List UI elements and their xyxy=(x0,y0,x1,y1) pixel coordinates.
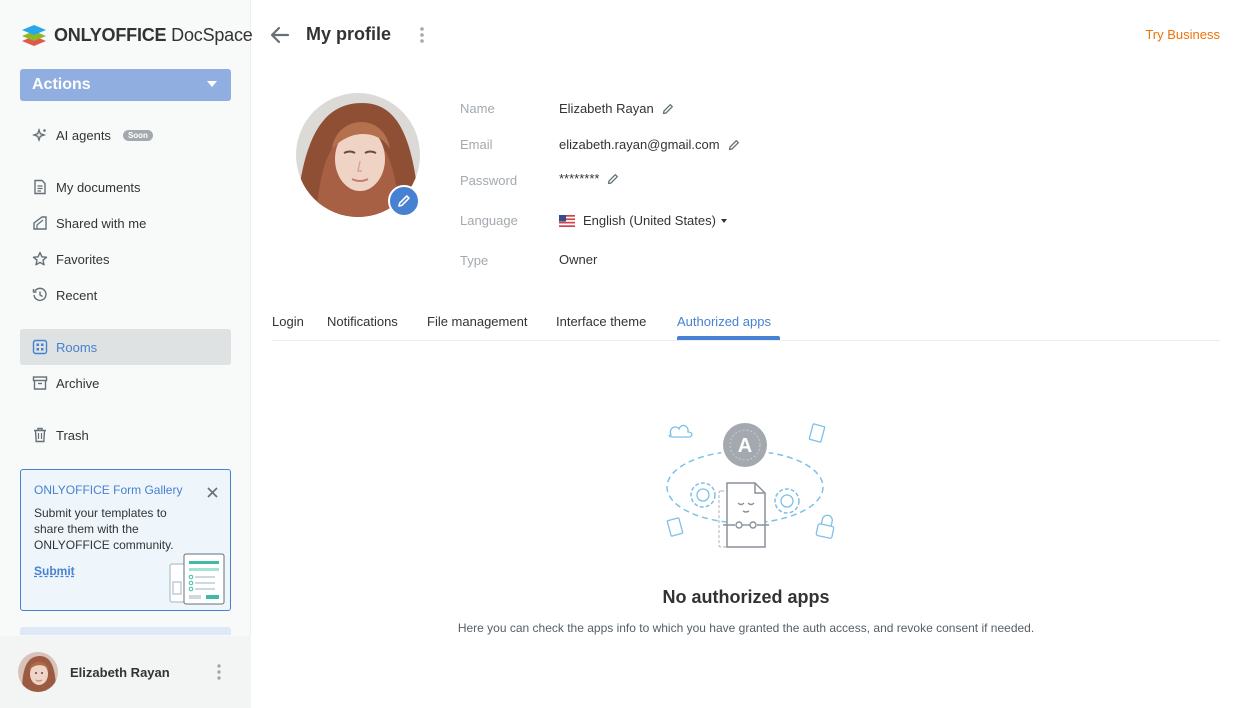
more-options-icon[interactable] xyxy=(217,664,221,683)
empty-state-title: No authorized apps xyxy=(662,587,830,607)
tab-login[interactable]: Login xyxy=(272,314,304,329)
sidebar-item-archive[interactable]: Archive xyxy=(20,365,231,401)
back-arrow-icon[interactable] xyxy=(270,24,290,49)
email-field: elizabeth.rayan@gmail.com xyxy=(559,137,740,152)
type-field: Owner xyxy=(559,252,597,267)
logo-icon xyxy=(22,25,46,46)
active-tab-indicator xyxy=(677,336,780,340)
password-value: ******** xyxy=(559,171,600,186)
sidebar-item-label: My documents xyxy=(56,179,141,195)
gallery-text: Submit your templates to share them with… xyxy=(34,506,174,552)
sidebar-item-label: Trash xyxy=(56,427,89,443)
edit-password-pencil-icon[interactable] xyxy=(607,173,619,185)
tab-interface-theme[interactable]: Interface theme xyxy=(556,314,646,329)
document-icon xyxy=(32,179,48,195)
email-value: elizabeth.rayan@gmail.com xyxy=(559,137,720,152)
logo-text: ONLYOFFICE DocSpace xyxy=(54,24,253,45)
language-value: English (United States) xyxy=(583,213,716,228)
empty-state-description: Here you can check the apps info to whic… xyxy=(457,621,1035,635)
sidebar-item-label: AI agents xyxy=(56,127,111,143)
sidebar-item-rooms[interactable]: Rooms xyxy=(20,329,231,365)
chevron-down-icon xyxy=(720,218,727,223)
close-icon[interactable] xyxy=(207,486,218,501)
trash-icon xyxy=(32,427,48,443)
main-content: My profile Try Business Name Elizabeth R… xyxy=(252,0,1240,708)
password-label: Password xyxy=(460,173,518,188)
sidebar-item-label: Rooms xyxy=(56,339,98,355)
soon-badge: Soon xyxy=(122,129,153,141)
sidebar-item-trash[interactable]: Trash xyxy=(20,417,231,453)
sidebar-item-ai-agents[interactable]: AI agents Soon xyxy=(20,117,231,153)
actions-label: Actions xyxy=(32,76,91,93)
type-value: Owner xyxy=(559,252,598,267)
password-field: ******** xyxy=(559,171,619,186)
edit-email-pencil-icon[interactable] xyxy=(728,139,740,151)
actions-button[interactable]: Actions xyxy=(20,69,231,101)
sidebar: ONLYOFFICE DocSpace Actions AI agents So… xyxy=(0,0,253,708)
user-footer[interactable]: Elizabeth Rayan xyxy=(0,636,251,708)
type-label: Type xyxy=(460,253,489,268)
avatar[interactable] xyxy=(18,652,58,692)
form-gallery-illustration-icon xyxy=(169,553,225,605)
gallery-title: ONLYOFFICE Form Gallery xyxy=(34,483,183,497)
chevron-down-icon xyxy=(207,81,217,87)
tab-file-management[interactable]: File management xyxy=(427,314,527,329)
email-label: Email xyxy=(460,137,493,152)
name-field: Elizabeth Rayan xyxy=(559,101,674,116)
sidebar-item-label: Recent xyxy=(56,287,98,303)
sidebar-item-label: Favorites xyxy=(56,251,110,267)
form-gallery-banner: ONLYOFFICE Form Gallery Submit your temp… xyxy=(20,469,231,611)
tab-notifications[interactable]: Notifications xyxy=(327,314,398,329)
sidebar-item-shared-with-me[interactable]: Shared with me xyxy=(20,205,231,241)
next-banner-peek xyxy=(20,627,231,635)
rooms-icon xyxy=(32,339,48,355)
authorized-apps-empty-illustration-icon: A xyxy=(666,420,835,548)
shared-icon xyxy=(32,215,48,231)
language-label: Language xyxy=(460,213,518,228)
name-label: Name xyxy=(460,101,495,116)
archive-icon xyxy=(32,375,48,391)
sidebar-item-my-documents[interactable]: My documents xyxy=(20,169,231,205)
sidebar-item-recent[interactable]: Recent xyxy=(20,277,231,313)
edit-avatar-button[interactable] xyxy=(388,185,420,217)
app-letter-icon: A xyxy=(738,435,752,457)
sidebar-item-favorites[interactable]: Favorites xyxy=(20,241,231,277)
user-name: Elizabeth Rayan xyxy=(70,664,170,680)
name-value: Elizabeth Rayan xyxy=(559,101,654,116)
more-options-icon[interactable] xyxy=(416,24,428,49)
clock-icon xyxy=(32,287,48,303)
sidebar-item-label: Shared with me xyxy=(56,215,147,231)
sidebar-item-label: Archive xyxy=(56,375,100,391)
ai-agents-icon xyxy=(32,127,48,143)
us-flag-icon xyxy=(559,214,575,227)
star-icon xyxy=(32,251,48,267)
edit-name-pencil-icon[interactable] xyxy=(662,103,674,115)
page-title: My profile xyxy=(306,24,392,44)
logo[interactable]: ONLYOFFICE DocSpace xyxy=(20,22,253,48)
app-window: ONLYOFFICE DocSpace Actions AI agents So… xyxy=(0,0,1240,708)
try-business-link[interactable]: Try Business xyxy=(1145,27,1220,42)
profile-tabs: Login Notifications File management Inte… xyxy=(272,300,1220,341)
pencil-icon xyxy=(398,195,410,207)
tab-authorized-apps[interactable]: Authorized apps xyxy=(677,314,771,329)
gallery-submit-link[interactable]: Submit xyxy=(34,564,75,578)
language-select[interactable]: English (United States) xyxy=(559,213,727,228)
